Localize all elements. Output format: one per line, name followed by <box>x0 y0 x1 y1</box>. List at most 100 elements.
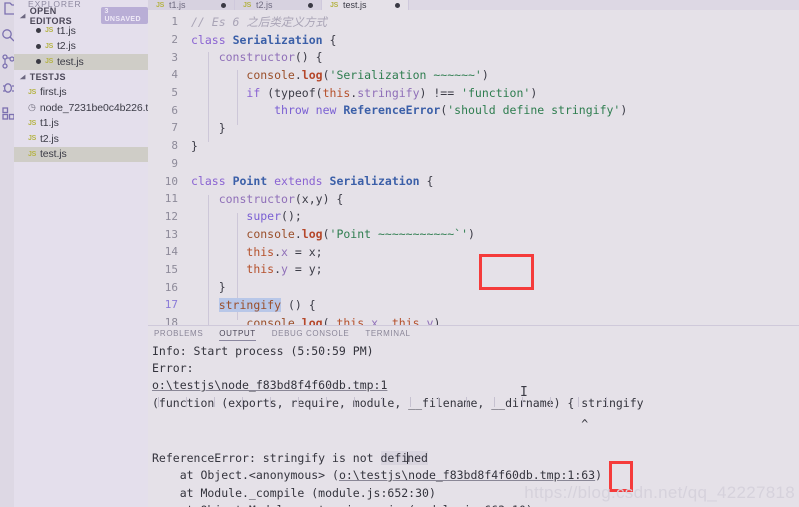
tab-test[interactable]: JS test.js <box>322 0 409 10</box>
code-row-11[interactable]: 11 constructor(x,y) { <box>148 190 799 208</box>
line-number: 10 <box>164 174 178 188</box>
line-number: 14 <box>164 245 178 259</box>
js-icon: JS <box>45 42 53 50</box>
tab-t1[interactable]: JS t1.js <box>148 0 235 10</box>
js-icon: JS <box>28 135 36 143</box>
line-number: 15 <box>164 262 178 276</box>
output-line-stack-3: at Object.Module._extensions..js (module… <box>150 503 799 507</box>
code-row-6[interactable]: 6 throw new ReferenceError('should defin… <box>148 101 799 119</box>
code-row-5[interactable]: 5 if (typeof(this.stringify) !== 'functi… <box>148 84 799 102</box>
code-row-2[interactable]: 2 class Serialization { <box>148 31 799 49</box>
open-editor-item-test[interactable]: JS test.js <box>14 54 148 70</box>
tab-t2[interactable]: JS t2.js <box>235 0 322 10</box>
line-content: constructor() { <box>218 50 323 65</box>
line-content: console.log('Serialization ~~~~~~') <box>246 67 489 82</box>
file-item-t2[interactable]: JS t2.js <box>14 131 148 147</box>
panel-tab-debug-console[interactable]: DEBUG CONSOLE <box>272 329 350 340</box>
line-number: 18 <box>164 316 178 325</box>
file-label: node_7231be0c4b226.tmp <box>39 101 148 114</box>
code-row-1[interactable]: 1 // Es 6 之后类定义方式 <box>148 13 799 31</box>
output-line-reference-error: ReferenceError: stringify is not defined <box>152 451 428 466</box>
open-editor-label: t1.js <box>56 24 76 37</box>
line-content: if (typeof(this.stringify) !== 'function… <box>246 85 538 100</box>
line-content: throw new ReferenceError('should define … <box>274 103 628 118</box>
line-number: 6 <box>171 103 178 117</box>
code-row-7[interactable]: 7 } <box>148 119 799 137</box>
line-number: 16 <box>164 280 178 294</box>
code-row-12[interactable]: 12 super(); <box>148 208 799 226</box>
code-row-8[interactable]: 8 } <box>148 137 799 155</box>
file-item-tmp[interactable]: ◷ node_7231be0c4b226.tmp <box>14 100 148 116</box>
bottom-panel: PROBLEMS OUTPUT DEBUG CONSOLE TERMINAL I… <box>148 325 799 507</box>
line-number: 3 <box>171 50 178 64</box>
source-control-icon[interactable] <box>1 54 14 69</box>
line-number: 7 <box>171 121 178 135</box>
code-row-9[interactable]: 9 <box>148 155 799 173</box>
file-item-t1[interactable]: JS t1.js <box>14 116 148 132</box>
file-label: t1.js <box>39 117 59 130</box>
line-content: // Es 6 之后类定义方式 <box>191 14 327 29</box>
code-row-4[interactable]: 4 console.log('Serialization ~~~~~~') <box>148 66 799 84</box>
line-number: 11 <box>164 192 178 206</box>
extensions-icon[interactable] <box>1 106 14 121</box>
line-content: class Serialization { <box>191 32 337 47</box>
tmp-path-link[interactable]: o:\testjs\node_f83bd8f4f60db.tmp:1 <box>152 378 387 392</box>
dirty-dot-icon <box>221 2 226 8</box>
open-editor-label: test.js <box>56 55 84 68</box>
debug-icon[interactable] <box>1 80 14 95</box>
search-icon[interactable] <box>1 28 14 43</box>
sidebar-explorer: EXPLORER ◢ OPEN EDITORS 3 UNSAVED JS t1.… <box>14 0 148 507</box>
code-row-13[interactable]: 13 console.log('Point ~~~~~~~~~~~`') <box>148 225 799 243</box>
code-row-14[interactable]: 14 this.x = x; <box>148 243 799 261</box>
code-row-10[interactable]: 10 class Point extends Serialization { <box>148 172 799 190</box>
open-editor-item-t1[interactable]: JS t1.js <box>14 23 148 39</box>
file-label: t2.js <box>39 132 59 145</box>
editor-annotation-box <box>479 254 534 290</box>
file-item-first[interactable]: JS first.js <box>14 85 148 101</box>
code-row-17[interactable]: 17 stringify () { <box>148 296 799 314</box>
line-number: 5 <box>171 86 178 100</box>
js-icon: JS <box>45 58 53 66</box>
line-number: 4 <box>171 68 178 82</box>
panel-tab-terminal[interactable]: TERMINAL <box>365 329 410 340</box>
js-icon: JS <box>330 1 338 9</box>
output-line-tmp-path[interactable]: o:\testjs\node_f83bd8f4f60db.tmp:1 <box>150 378 799 395</box>
line-content: super(); <box>246 209 302 224</box>
section-testjs[interactable]: ◢ TESTJS <box>14 70 148 85</box>
code-editor[interactable]: 1 // Es 6 之后类定义方式 2 class Serialization … <box>148 10 799 325</box>
output-content[interactable]: Info: Start process (5:50:59 PM) Error: … <box>148 342 799 507</box>
code-row-18[interactable]: 18 console.log( this.x, this.y) <box>148 314 799 325</box>
dirty-dot-icon <box>36 28 41 34</box>
error-message-head: stringify is not <box>262 451 381 466</box>
explorer-icon[interactable] <box>1 2 14 17</box>
js-icon: JS <box>243 1 251 9</box>
line-number: 8 <box>171 139 178 153</box>
code-row-15[interactable]: 15 this.y = y; <box>148 261 799 279</box>
code-lines: 1 // Es 6 之后类定义方式 2 class Serialization … <box>148 13 799 325</box>
panel-tab-output[interactable]: OUTPUT <box>219 329 256 341</box>
dirty-dot-icon <box>308 2 313 8</box>
dirty-dot-icon <box>36 43 41 49</box>
open-editor-item-t2[interactable]: JS t2.js <box>14 39 148 55</box>
output-line-blank <box>150 434 799 451</box>
output-line-info: Info: Start process (5:50:59 PM) <box>152 344 374 358</box>
line-content: console.log('Point ~~~~~~~~~~~`') <box>246 227 475 242</box>
stack-path-link[interactable]: o:\testjs\node_f83bd8f4f60db.tmp:1:63 <box>339 468 595 482</box>
panel-tabbar[interactable]: PROBLEMS OUTPUT DEBUG CONSOLE TERMINAL <box>148 326 799 342</box>
line-content: } <box>218 120 226 135</box>
chevron-down-icon: ◢ <box>20 74 26 81</box>
js-icon: JS <box>28 88 36 96</box>
editor-tabbar[interactable]: JS t1.js JS t2.js JS test.js <box>148 0 799 10</box>
output-line-stack-1[interactable]: at Object.<anonymous> (o:\testjs\node_f8… <box>150 468 799 485</box>
output-line-wrapper: (function (exports, require, module, __f… <box>152 395 644 410</box>
section-open-editors[interactable]: ◢ OPEN EDITORS 3 UNSAVED <box>14 6 148 26</box>
panel-tab-problems[interactable]: PROBLEMS <box>154 329 203 340</box>
dirty-dot-icon <box>36 59 41 65</box>
section-testjs-label: TESTJS <box>29 72 66 82</box>
code-row-16[interactable]: 16 } <box>148 278 799 296</box>
activity-bar[interactable] <box>0 0 14 507</box>
file-item-test[interactable]: JS test.js <box>14 146 148 162</box>
line-content: constructor(x,y) { <box>218 191 344 206</box>
code-row-3[interactable]: 3 constructor() { <box>148 48 799 66</box>
file-label: first.js <box>39 86 67 99</box>
